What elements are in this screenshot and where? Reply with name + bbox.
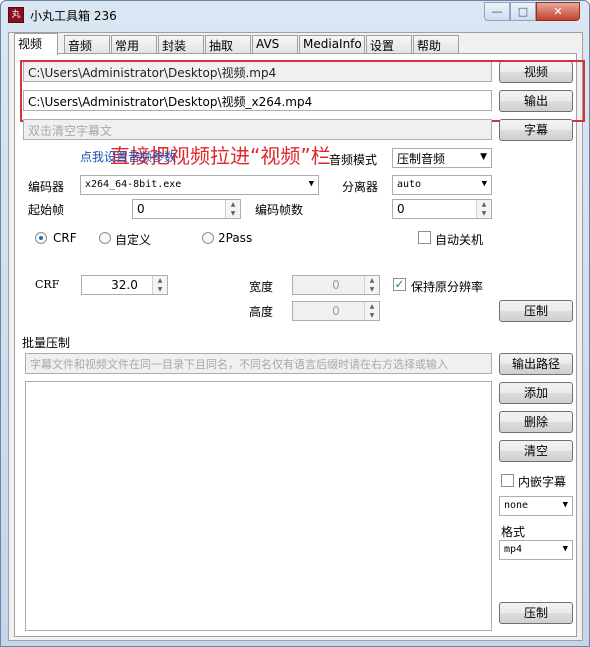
subtitle-lang-select[interactable]: none ▼ bbox=[499, 496, 573, 516]
start-frame-spinner[interactable]: 0 ▲ ▼ bbox=[132, 199, 241, 219]
radio-crf[interactable] bbox=[35, 232, 47, 244]
maximize-button[interactable]: □ bbox=[510, 2, 536, 21]
minimize-button[interactable]: — bbox=[484, 2, 510, 21]
client-area: 视频 音频 常用 封装 抽取 AVS MediaInfo 设置 帮助 C:\Us… bbox=[8, 32, 585, 641]
tab-audio[interactable]: 音频 bbox=[64, 35, 110, 54]
splitter-select[interactable]: auto ▼ bbox=[392, 175, 492, 195]
auto-shutdown-checkbox[interactable] bbox=[418, 231, 431, 244]
chevron-down-icon: ▼ bbox=[562, 500, 568, 510]
tab-mux[interactable]: 封装 bbox=[158, 35, 204, 54]
close-button[interactable]: ✕ bbox=[536, 2, 580, 21]
embed-subtitles-label: 内嵌字幕 bbox=[518, 475, 567, 489]
crf-label: CRF bbox=[35, 278, 60, 291]
title-bar[interactable]: 丸 小丸工具箱 236 — □ ✕ bbox=[1, 1, 589, 29]
batch-compress-button[interactable]: 压制 bbox=[499, 602, 573, 624]
radio-2pass-label: 2Pass bbox=[218, 231, 253, 245]
app-window: 丸 小丸工具箱 236 — □ ✕ 视频 音频 常用 封装 抽取 AVS Med… bbox=[0, 0, 590, 647]
encode-frames-spinner[interactable]: 0 ▲ ▼ bbox=[392, 199, 492, 219]
compress-button[interactable]: 压制 bbox=[499, 300, 573, 322]
batch-file-list[interactable] bbox=[25, 381, 492, 631]
audio-params-link[interactable]: 点我设置音频参数 bbox=[80, 148, 176, 165]
batch-delete-button[interactable]: 删除 bbox=[499, 411, 573, 433]
batch-output-path-button[interactable]: 输出路径 bbox=[499, 353, 573, 375]
window-title: 小丸工具箱 236 bbox=[30, 9, 117, 23]
format-label: 格式 bbox=[501, 525, 526, 539]
format-value: mp4 bbox=[504, 544, 523, 555]
spin-arrows-icon[interactable]: ▲ ▼ bbox=[364, 302, 379, 320]
keep-resolution-label: 保持原分辨率 bbox=[411, 280, 484, 294]
subtitle-path-field[interactable]: 双击清空字幕文 bbox=[23, 119, 492, 140]
chevron-down-icon: ▼ bbox=[308, 179, 314, 189]
tab-common[interactable]: 常用 bbox=[111, 35, 157, 54]
splitter-value: auto bbox=[397, 179, 422, 190]
app-icon: 丸 bbox=[8, 7, 24, 23]
batch-section-label: 批量压制 bbox=[22, 336, 71, 350]
format-select[interactable]: mp4 ▼ bbox=[499, 540, 573, 560]
batch-add-button[interactable]: 添加 bbox=[499, 382, 573, 404]
batch-hint-field[interactable]: 字幕文件和视频文件在同一目录下且同名，不同名仅有语言后缀时请在右方选择或输入 bbox=[25, 353, 492, 374]
tab-mediainfo[interactable]: MediaInfo bbox=[299, 35, 365, 54]
encoder-label: 编码器 bbox=[28, 180, 65, 194]
subtitle-button[interactable]: 字幕 bbox=[499, 119, 573, 141]
start-frame-label: 起始帧 bbox=[28, 203, 65, 217]
audio-mode-value: 压制音频 bbox=[397, 152, 446, 166]
spin-arrows-icon[interactable]: ▲ ▼ bbox=[364, 276, 379, 294]
crf-spinner[interactable]: 32.0 ▲ ▼ bbox=[81, 275, 168, 295]
width-value: 0 bbox=[332, 278, 340, 292]
spin-arrows-icon[interactable]: ▲ ▼ bbox=[152, 276, 167, 294]
encode-frames-value: 0 bbox=[397, 202, 405, 216]
splitter-label: 分离器 bbox=[342, 180, 379, 194]
subtitle-lang-value: none bbox=[504, 500, 529, 511]
spin-arrows-icon[interactable]: ▲ ▼ bbox=[476, 200, 491, 218]
video-panel: C:\Users\Administrator\Desktop\视频.mp4 视频… bbox=[14, 53, 585, 637]
encode-frames-label: 编码帧数 bbox=[255, 203, 304, 217]
height-label: 高度 bbox=[249, 305, 274, 319]
radio-crf-label: CRF bbox=[53, 231, 77, 245]
chevron-down-icon: ▼ bbox=[562, 544, 568, 554]
tab-help[interactable]: 帮助 bbox=[413, 35, 459, 54]
radio-2pass[interactable] bbox=[202, 232, 214, 244]
tab-avs[interactable]: AVS bbox=[252, 35, 298, 54]
height-value: 0 bbox=[332, 304, 340, 318]
encoder-value: x264_64-8bit.exe bbox=[85, 179, 182, 190]
start-frame-value: 0 bbox=[137, 202, 145, 216]
tab-video[interactable]: 视频 bbox=[14, 33, 58, 55]
auto-shutdown-label: 自动关机 bbox=[435, 233, 484, 247]
radio-custom-label: 自定义 bbox=[115, 233, 152, 247]
batch-clear-button[interactable]: 清空 bbox=[499, 440, 573, 462]
audio-mode-select[interactable]: 压制音频 ▼ bbox=[392, 148, 492, 168]
encoder-select[interactable]: x264_64-8bit.exe ▼ bbox=[80, 175, 319, 195]
width-spinner[interactable]: 0 ▲ ▼ bbox=[292, 275, 380, 295]
crf-value: 32.0 bbox=[111, 278, 138, 292]
height-spinner[interactable]: 0 ▲ ▼ bbox=[292, 301, 380, 321]
chevron-down-icon: ▼ bbox=[480, 152, 487, 162]
tab-settings[interactable]: 设置 bbox=[366, 35, 412, 54]
width-label: 宽度 bbox=[249, 280, 274, 294]
audio-mode-label: 音频模式 bbox=[329, 153, 378, 167]
keep-resolution-checkbox[interactable]: ✓ bbox=[393, 278, 406, 291]
radio-custom[interactable] bbox=[99, 232, 111, 244]
tab-extract[interactable]: 抽取 bbox=[205, 35, 251, 54]
annotation-highlight-box bbox=[20, 60, 585, 122]
spin-arrows-icon[interactable]: ▲ ▼ bbox=[225, 200, 240, 218]
embed-subtitles-checkbox[interactable] bbox=[501, 474, 514, 487]
chevron-down-icon: ▼ bbox=[481, 179, 487, 189]
